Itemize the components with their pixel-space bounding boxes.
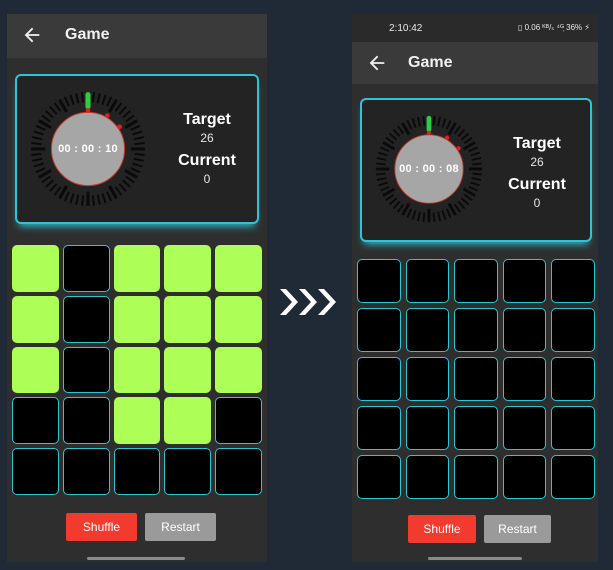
grid-tile[interactable] [215, 346, 262, 394]
grid-tile[interactable] [62, 346, 110, 394]
grid-tile[interactable] [215, 397, 262, 445]
grid-tile[interactable] [454, 259, 498, 303]
grid-tile[interactable] [357, 357, 401, 401]
grid-tile[interactable] [12, 346, 59, 394]
grid-tile[interactable] [551, 308, 595, 352]
grid-tile[interactable] [12, 245, 59, 292]
phone-screen-after: 2:10:42 ▯ 0.06 ᴷᴮ/ₛ ⁴ᴳ᷊ 36% ⚡ Game 00 : … [352, 14, 598, 562]
grid-tile[interactable] [215, 245, 262, 292]
target-value: 26 [200, 131, 214, 145]
score-panel: Target 26 Current 0 [167, 110, 247, 192]
home-indicator [428, 557, 522, 560]
grid-tile[interactable] [502, 357, 547, 401]
grid-tile[interactable] [62, 295, 110, 343]
grid-tile[interactable] [357, 406, 401, 450]
grid-tile[interactable] [454, 455, 498, 499]
grid-tile[interactable] [405, 406, 450, 450]
grid-tile[interactable] [113, 346, 161, 394]
grid-tile[interactable] [454, 406, 498, 450]
target-label: Target [183, 111, 231, 128]
app-bar: Game [7, 14, 267, 58]
target-label: Target [513, 135, 561, 152]
grid-tile[interactable] [113, 448, 161, 495]
grid-tile[interactable] [405, 259, 450, 303]
grid-tile[interactable] [164, 346, 212, 394]
app-bar: Game [352, 42, 598, 84]
page-title: Game [408, 54, 453, 71]
shuffle-button[interactable]: Shuffle [66, 513, 137, 541]
timer-readout: 00 : 00 : 10 [58, 143, 118, 155]
current-value: 0 [533, 196, 541, 210]
grid-tile[interactable] [113, 295, 161, 343]
tile-grid [357, 259, 595, 499]
current-label: Current [508, 176, 566, 193]
grid-tile[interactable] [502, 308, 547, 352]
status-time: 2:10:42 [389, 23, 423, 34]
grid-tile[interactable] [164, 295, 212, 343]
restart-button[interactable]: Restart [484, 515, 551, 543]
timer-readout: 00 : 00 : 08 [399, 163, 459, 175]
score-panel: Target 26 Current 0 [502, 134, 572, 216]
status-bar: 2:10:42 ▯ 0.06 ᴷᴮ/ₛ ⁴ᴳ᷊ 36% ⚡ [352, 14, 598, 42]
grid-tile[interactable] [113, 245, 161, 292]
stopwatch-dial: 00 : 00 : 08 [372, 112, 486, 226]
page-title: Game [65, 26, 110, 43]
triple-chevron-right-icon [280, 289, 336, 315]
grid-tile[interactable] [12, 448, 59, 495]
grid-tile[interactable] [551, 406, 595, 450]
grid-tile[interactable] [551, 259, 595, 303]
grid-tile[interactable] [62, 448, 110, 495]
grid-tile[interactable] [62, 245, 110, 292]
timer-card: 00 : 00 : 08 Target 26 Current 0 [360, 98, 592, 242]
grid-tile[interactable] [454, 308, 498, 352]
grid-tile[interactable] [164, 448, 212, 495]
grid-tile[interactable] [12, 397, 59, 445]
grid-tile[interactable] [12, 295, 59, 343]
target-value: 26 [530, 155, 544, 169]
grid-tile[interactable] [502, 406, 547, 450]
phone-screen-before: Game 00 : 00 : 10 Target 26 Current 0 Sh… [7, 14, 267, 562]
grid-tile[interactable] [502, 259, 547, 303]
stopwatch-dial: 00 : 00 : 10 [27, 88, 149, 210]
current-label: Current [178, 152, 236, 169]
grid-tile[interactable] [215, 448, 262, 495]
grid-tile[interactable] [454, 357, 498, 401]
grid-tile[interactable] [405, 357, 450, 401]
grid-tile[interactable] [405, 455, 450, 499]
current-value: 0 [203, 172, 211, 186]
home-indicator [87, 557, 185, 560]
restart-button[interactable]: Restart [145, 513, 216, 541]
shuffle-button[interactable]: Shuffle [408, 515, 476, 543]
arrow-left-icon[interactable] [21, 24, 43, 46]
grid-tile[interactable] [215, 295, 262, 343]
timer-card: 00 : 00 : 10 Target 26 Current 0 [15, 74, 259, 224]
status-icons: ▯ 0.06 ᴷᴮ/ₛ ⁴ᴳ᷊ 36% ⚡ [517, 23, 590, 32]
grid-tile[interactable] [113, 397, 161, 445]
arrow-left-icon[interactable] [366, 52, 388, 74]
grid-tile[interactable] [357, 455, 401, 499]
grid-tile[interactable] [357, 259, 401, 303]
grid-tile[interactable] [164, 397, 212, 445]
tile-grid [12, 245, 262, 495]
grid-tile[interactable] [62, 397, 110, 445]
grid-tile[interactable] [551, 455, 595, 499]
grid-tile[interactable] [164, 245, 212, 292]
grid-tile[interactable] [357, 308, 401, 352]
grid-tile[interactable] [502, 455, 547, 499]
grid-tile[interactable] [551, 357, 595, 401]
grid-tile[interactable] [405, 308, 450, 352]
